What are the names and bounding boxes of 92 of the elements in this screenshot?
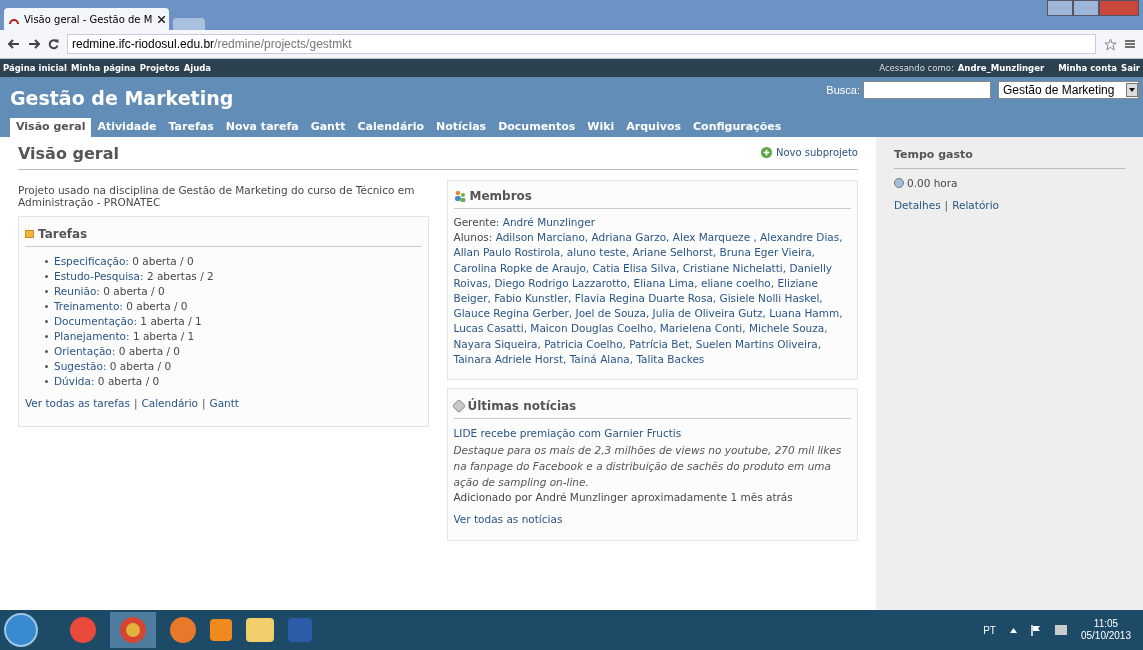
people-icon: [453, 190, 466, 202]
browser-tab[interactable]: Visão geral - Gestão de M: [4, 8, 169, 30]
project-select[interactable]: Gestão de Marketing: [998, 81, 1139, 99]
nav-tab[interactable]: Wiki: [581, 118, 621, 137]
issue-count: Especificação: 0 aberta / 0: [54, 254, 194, 269]
nav-tab[interactable]: Atividade: [91, 118, 163, 137]
tracker-link[interactable]: Dúvida:: [54, 375, 95, 387]
caret-icon: [1126, 83, 1138, 97]
students-list: Alunos: Adilson Marciano, Adriana Garzo, Alex Marqueze , Alexandre Dias, Allan Paulo Rostirola, aluno teste, Ariane Selhorst, Bruna Eger Vieira, Carolina Ropke de Araujo, Catia Elisa Silva, Cristiane Nichelatti, Danielly Roivas, Diego Rodrigo Lazzarotto, Eliana Lima, eliane coelho, Eliziane Beiger, Fabio Kunstler, Flavia Regina Duarte Rosa, Gisiele Nolli Haskel, Glauce Regina Gerber, Joel de Souza, Julia de Oliveira Gutz, Luana Hamm, Lucas Casatti, Maicon Douglas Coelho, Marielena Conti, Michele Souza, Nayara Siqueira, Patricia Coelho, Patrícia Bet, Suelen Martins Oliveira, Tainara Adriele Horst, Tainá Alana, Talita Backes: [453, 230, 851, 368]
project-title: Gestão de Marketing: [10, 86, 234, 111]
bullet-icon: [45, 260, 48, 263]
nav-tab[interactable]: Documentos: [492, 118, 582, 137]
search-field[interactable]: [863, 81, 991, 99]
tracker-link[interactable]: Planejamento:: [54, 330, 130, 342]
menu-link[interactable]: Minha página: [70, 61, 136, 75]
clock[interactable]: 11:05 05/10/2013: [1080, 618, 1139, 642]
reload-icon[interactable]: [48, 38, 59, 50]
tracker-link[interactable]: Orientação:: [54, 345, 116, 357]
sidebar-link[interactable]: Detalhes: [894, 198, 941, 214]
bullet-icon: [45, 365, 48, 368]
menu-icon[interactable]: [1125, 39, 1135, 49]
forward-icon[interactable]: [28, 39, 40, 49]
box-link[interactable]: Calendário: [141, 396, 198, 412]
tab-title: Visão geral - Gestão de M: [24, 12, 154, 27]
tracker-link[interactable]: Especificação:: [54, 255, 129, 267]
box-link[interactable]: Ver todas as tarefas: [25, 396, 130, 412]
issue-count: Documentação: 1 aberta / 1: [54, 314, 202, 329]
separator: |: [944, 198, 949, 214]
new-subproject-link[interactable]: Novo subprojeto: [760, 145, 858, 166]
language-indicator[interactable]: PT: [983, 622, 996, 638]
bullet-icon: [45, 320, 48, 323]
address-bar[interactable]: redmine.ifc-riodosul.edu.br/redmine/projects/gestmkt: [67, 34, 1096, 54]
box-title: Tarefas: [38, 226, 88, 243]
project-description: Projeto usado na disciplina de Gestão de Marketing do curso de Técnico em Administração - PRONATEC: [18, 184, 416, 208]
issue-count: Sugestão: 0 aberta / 0: [54, 359, 172, 374]
flag-icon[interactable]: [1030, 624, 1041, 636]
news-title-link[interactable]: LIDE recebe premiação com Garnier Fructis: [453, 426, 851, 442]
back-icon[interactable]: [8, 39, 20, 49]
news-summary: Destaque para os mais de 2,3 milhões de views no youtube, 270 mil likes na fanpage do Facebook e a distribuição de sachês do produto em uma ação de sampling on-line.: [453, 442, 843, 490]
separator: |: [133, 396, 138, 412]
bullet-icon: [45, 335, 48, 338]
issue-count: Treinamento: 0 aberta / 0: [54, 299, 188, 314]
issue-count: Orientação: 0 aberta / 0: [54, 344, 181, 359]
hours-value: 0.00 hora: [907, 175, 958, 191]
add-icon: [760, 147, 772, 158]
box-title: Últimas notícias: [467, 397, 577, 416]
tracker-link[interactable]: Documentação:: [54, 315, 137, 327]
separator: |: [202, 396, 206, 412]
box-title: Membros: [469, 188, 532, 205]
minimize-button[interactable]: [1047, 0, 1073, 16]
nav-tab[interactable]: Calendário: [351, 118, 431, 137]
menu-link[interactable]: Projetos: [139, 61, 180, 75]
nav-tab[interactable]: Visão geral: [10, 118, 92, 137]
nav-tab[interactable]: Notícias: [430, 118, 493, 137]
menu-link[interactable]: Minha conta: [1058, 61, 1118, 75]
manager-line: Gerente: André Munzlinger: [453, 215, 596, 230]
box-link[interactable]: Gantt: [209, 396, 239, 412]
close-icon[interactable]: [158, 15, 165, 23]
bullet-icon: [45, 380, 48, 383]
member-link[interactable]: André Munzlinger: [502, 216, 595, 228]
bullet-icon: [45, 275, 48, 278]
menu-link[interactable]: Página inicial: [3, 61, 67, 75]
nav-tab[interactable]: Arquivos: [620, 118, 687, 137]
sidebar-title: Tempo gasto: [894, 147, 1125, 169]
page-title: Visão geral: [18, 143, 119, 165]
issue-count: Estudo-Pesquisa: 2 abertas / 2: [54, 269, 214, 284]
issue-count: Planejamento: 1 aberta / 1: [54, 329, 195, 344]
issue-count: Dúvida: 0 aberta / 0: [54, 374, 160, 389]
tracker-link[interactable]: Sugestão:: [54, 360, 107, 372]
nav-tab[interactable]: Tarefas: [162, 118, 220, 137]
user-link[interactable]: Andre_Munzlinger: [957, 61, 1045, 75]
menu-link[interactable]: Sair: [1121, 61, 1140, 75]
bullet-icon: [45, 290, 48, 293]
start-button[interactable]: [4, 613, 38, 647]
news-meta: Adicionado por André Munzlinger aproximadamente 1 mês atrás: [453, 489, 794, 505]
star-icon[interactable]: [1104, 37, 1117, 51]
all-news-link[interactable]: Ver todas as notícias: [453, 512, 851, 528]
bullet-icon: [45, 305, 48, 308]
tracker-link[interactable]: Estudo-Pesquisa:: [54, 270, 144, 282]
nav-tab[interactable]: Configurações: [687, 118, 788, 137]
tray-arrow-icon[interactable]: [1009, 627, 1017, 633]
bullet-icon: [45, 350, 48, 353]
nav-tab[interactable]: Gantt: [304, 118, 352, 137]
issue-count: Reunião: 0 aberta / 0: [54, 284, 165, 299]
maximize-button[interactable]: [1073, 0, 1099, 16]
sidebar-link[interactable]: Relatório: [952, 198, 999, 214]
logged-as-label: Acessando como:: [879, 61, 954, 75]
menu-link[interactable]: Ajuda: [183, 61, 212, 75]
tracker-link[interactable]: Treinamento:: [54, 300, 123, 312]
nav-tab[interactable]: Nova tarefa: [219, 118, 305, 137]
tracker-link[interactable]: Reunião:: [54, 285, 100, 297]
search-label: Busca:: [826, 82, 860, 98]
